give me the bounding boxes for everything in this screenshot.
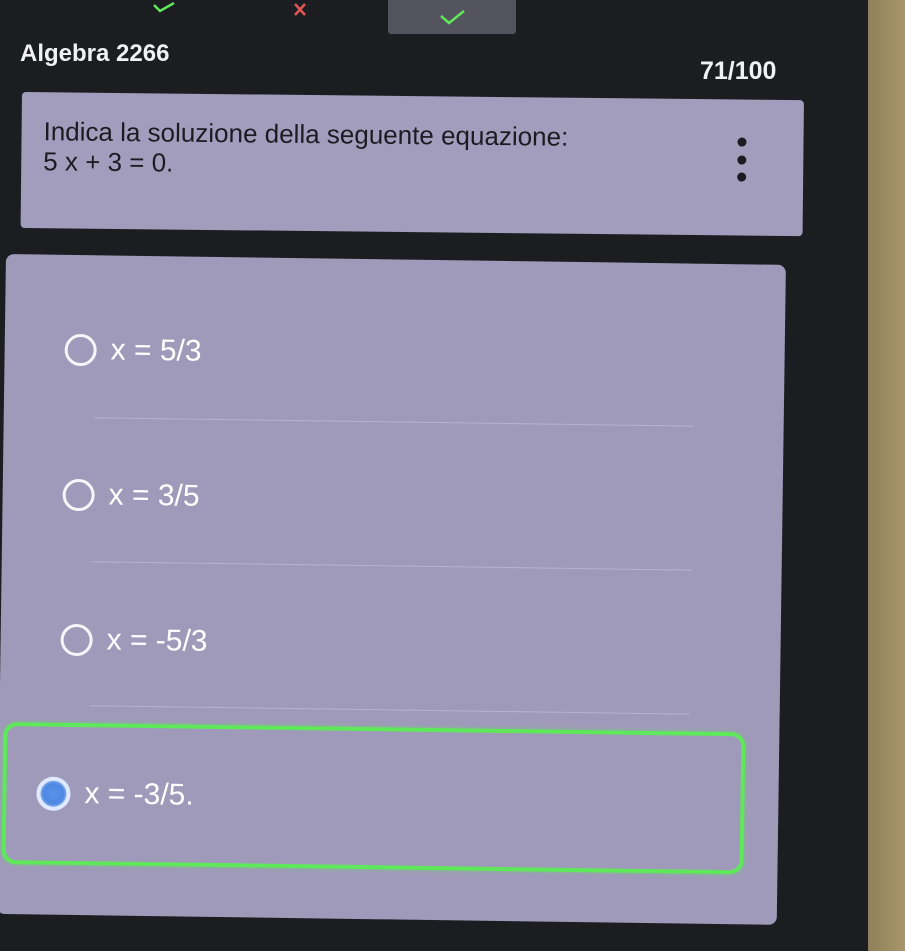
radio-button[interactable] [64,333,97,367]
kebab-dot [736,172,746,182]
progress-counter: 71/100 [700,57,777,85]
answer-option-1[interactable]: x = 5/3 [4,294,785,415]
kebab-dot [736,154,746,165]
answers-card: x = 5/3 x = 3/5 x = -5/3 x = -3/5. [0,254,786,925]
kebab-dot [736,137,747,147]
check-icon [440,10,465,25]
kebab-menu-icon[interactable] [735,137,747,182]
answer-label: x = -5/3 [106,623,208,658]
answer-label: x = 3/5 [108,478,200,513]
answer-label: x = 5/3 [110,333,202,368]
divider [89,705,690,715]
check-icon [153,2,175,13]
radio-button[interactable] [60,623,93,657]
history-item-3-current[interactable] [388,0,516,34]
quiz-title: Algebra 2266 [20,40,170,67]
question-history-bar [0,0,860,40]
question-equation: 5 x + 3 = 0. [43,146,174,178]
app-screen: Algebra 2266 71/100 Indica la soluzione … [0,0,868,951]
question-text: Indica la soluzione della seguente equaz… [43,116,704,183]
answer-option-4-selected[interactable]: x = -3/5. [1,722,746,875]
radio-button-selected[interactable] [36,776,71,811]
history-item-2[interactable] [286,0,314,18]
divider [91,561,692,571]
radio-button[interactable] [62,478,95,512]
answer-option-2[interactable]: x = 3/5 [2,439,783,560]
history-item-1[interactable] [150,0,178,18]
question-card: Indica la soluzione della seguente equaz… [20,92,804,237]
cross-icon [294,3,306,16]
divider [93,417,694,427]
answer-option-3[interactable]: x = -5/3 [0,584,781,705]
answer-label: x = -3/5. [84,777,194,812]
